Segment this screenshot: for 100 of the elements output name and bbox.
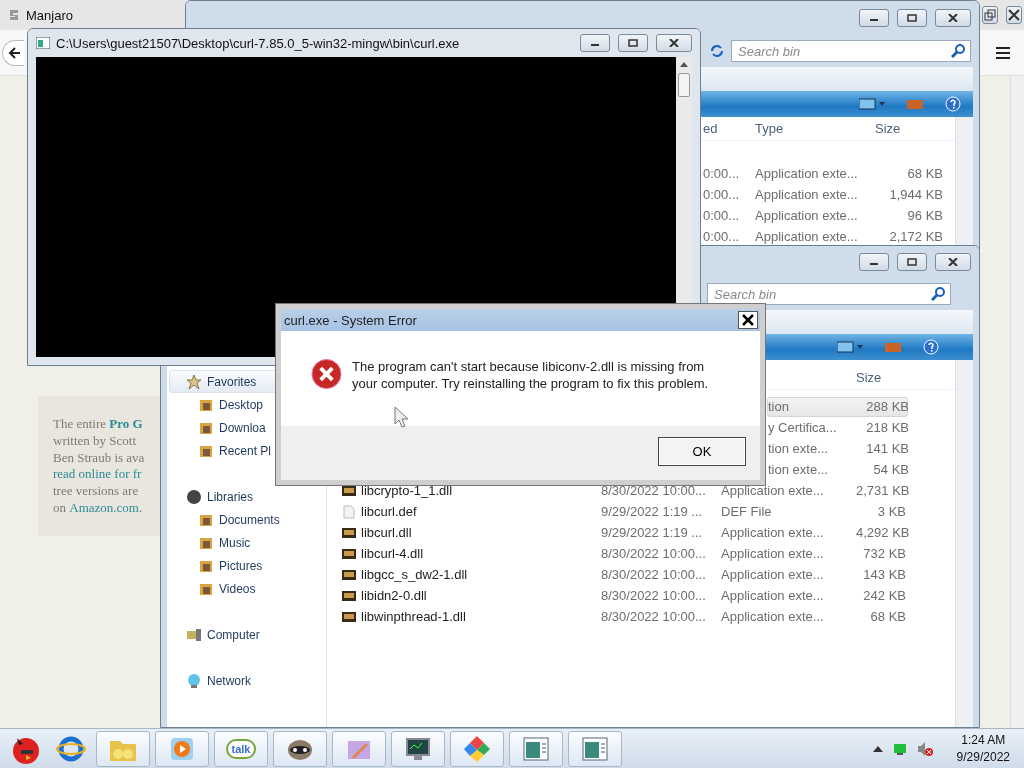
restore-button[interactable] xyxy=(982,6,998,24)
table-cell-text: Application exte... xyxy=(721,567,825,582)
table-cell-text: 9/29/2022 1:19 ... xyxy=(601,525,704,540)
minimize-button[interactable] xyxy=(859,253,889,271)
close-button[interactable] xyxy=(935,9,971,27)
table-cell-text: Application exte... xyxy=(721,588,825,603)
table-cell-text: DEF File xyxy=(721,504,773,519)
close-button[interactable] xyxy=(1006,6,1022,24)
file-name[interactable]: libgcc_s_dw2-1.dll xyxy=(361,567,601,582)
table-cell-text: 8/30/2022 10:00... xyxy=(601,567,707,582)
network-icon xyxy=(892,741,907,756)
search-icon xyxy=(951,44,965,58)
table-cell-text: 0:00... xyxy=(703,229,741,244)
file-name[interactable]: libcurl.def xyxy=(361,504,601,519)
star-icon xyxy=(186,373,202,390)
table-cell-text: 3 KB xyxy=(876,504,906,519)
search-field[interactable]: Search bin xyxy=(707,283,951,305)
column-header[interactable]: Size xyxy=(875,121,943,136)
close-icon xyxy=(742,314,754,326)
monitor-icon xyxy=(837,340,863,354)
taskbar-button[interactable] xyxy=(273,730,327,767)
file-name[interactable]: libwinpthread-1.dll xyxy=(361,609,601,624)
maximize-button[interactable] xyxy=(897,9,927,27)
error-message: The program can't start because libiconv-2.dll is missing from your computer. Try reinstalling the program to fix this problem. xyxy=(352,358,710,392)
clock-time: 1:24 AM xyxy=(961,731,1006,749)
briefcase-icon xyxy=(885,341,901,353)
window-icon xyxy=(523,736,549,761)
blurb-text: Ben Straub is ava xyxy=(53,449,145,467)
muted-speaker-icon xyxy=(916,740,933,757)
sidebar-item[interactable]: Libraries xyxy=(169,485,324,508)
window-title: Manjaro xyxy=(26,7,73,23)
sidebar-item[interactable]: Documents xyxy=(169,508,324,531)
file-row[interactable]: tion exte... 54 KB xyxy=(767,459,908,480)
maximize-icon xyxy=(628,39,638,47)
circle-icon xyxy=(186,488,202,505)
column-header[interactable]: Size xyxy=(856,370,906,385)
table-cell-text: 0:00... xyxy=(703,187,741,202)
scrollbar[interactable] xyxy=(955,360,973,727)
file-name[interactable]: libcurl.dll xyxy=(361,525,601,540)
taskbar-button[interactable] xyxy=(391,730,445,767)
scrollbar-thumb[interactable] xyxy=(678,73,690,97)
table-cell-text: 96 KB xyxy=(906,208,943,223)
blurb-text: on xyxy=(53,500,67,517)
sidebar-item[interactable]: Network xyxy=(169,669,324,692)
file-icon xyxy=(341,503,357,520)
minimize-button[interactable] xyxy=(580,34,610,52)
close-icon xyxy=(948,258,958,266)
sidebar-item[interactable]: Computer xyxy=(169,623,324,646)
table-cell-text: 732 KB xyxy=(862,546,906,561)
file-name[interactable]: libidn2-0.dll xyxy=(361,588,601,603)
close-button[interactable] xyxy=(656,34,692,52)
sidebar-item[interactable]: Music xyxy=(169,531,324,554)
table-cell-text: 2,172 KB xyxy=(888,229,943,244)
minimize-button[interactable] xyxy=(859,9,889,27)
scrollbar[interactable] xyxy=(1010,76,1024,728)
diamond-icon xyxy=(462,733,492,764)
file-row[interactable]: tion 288 KB xyxy=(767,396,908,417)
file-name[interactable]: libcurl-4.dll xyxy=(361,546,601,561)
search-field[interactable]: Search bin xyxy=(731,40,971,62)
app-logo-icon xyxy=(8,8,20,22)
file-name[interactable]: libcrypto-1_1.dll xyxy=(361,483,601,498)
table-cell-text: Application exte... xyxy=(755,166,859,181)
table-cell-text: Application exte... xyxy=(721,546,825,561)
ok-button[interactable]: OK xyxy=(658,437,746,466)
help-icon xyxy=(945,96,961,112)
taskbar-button[interactable]: talk xyxy=(214,730,268,767)
table-cell-text: 68 KB xyxy=(906,166,943,181)
window-title: C:\Users\guest21507\Desktop\curl-7.85.0_5-win32-mingw\bin\curl.exe xyxy=(56,35,460,51)
computer-icon xyxy=(186,626,202,643)
maximize-button[interactable] xyxy=(897,253,927,271)
column-header[interactable]: ed xyxy=(703,121,755,136)
close-button[interactable] xyxy=(738,311,758,329)
file-row[interactable]: tion exte... 141 KB xyxy=(767,438,908,459)
table-cell-text: 9/29/2022 1:19 ... xyxy=(601,504,704,519)
maximize-button[interactable] xyxy=(618,34,648,52)
help-icon xyxy=(923,339,939,355)
table-cell-text: Application exte... xyxy=(755,187,859,202)
column-header[interactable]: Type xyxy=(755,121,875,136)
table-cell-text: 1,944 KB xyxy=(888,187,943,202)
blurb-text: . xyxy=(138,500,143,517)
media-player-icon xyxy=(169,735,195,762)
dialog-title: curl.exe - System Error xyxy=(284,312,417,328)
console-icon xyxy=(36,37,50,49)
caret-up-icon xyxy=(872,745,883,752)
table-cell-text: 8/30/2022 10:00... xyxy=(601,546,707,561)
table-cell-text: 8/30/2022 10:00... xyxy=(601,483,707,498)
table-cell-text: 8/30/2022 10:00... xyxy=(601,609,707,624)
sidebar-item[interactable]: Pictures xyxy=(169,554,324,577)
table-cell-text: 0:00... xyxy=(703,208,741,223)
back-button[interactable] xyxy=(2,39,24,66)
briefcase-icon xyxy=(907,98,923,110)
refresh-icon xyxy=(709,43,725,59)
sidebar-item[interactable]: Videos xyxy=(169,577,324,600)
blurb-text: written by Scott xyxy=(53,432,137,450)
close-icon xyxy=(1008,9,1020,21)
search-icon xyxy=(931,287,945,301)
close-button[interactable] xyxy=(935,253,971,271)
file-row[interactable]: y Certifica... 218 KB xyxy=(767,417,908,438)
table-cell-text: 143 KB xyxy=(862,567,906,582)
table-cell-text: 242 KB xyxy=(862,588,906,603)
